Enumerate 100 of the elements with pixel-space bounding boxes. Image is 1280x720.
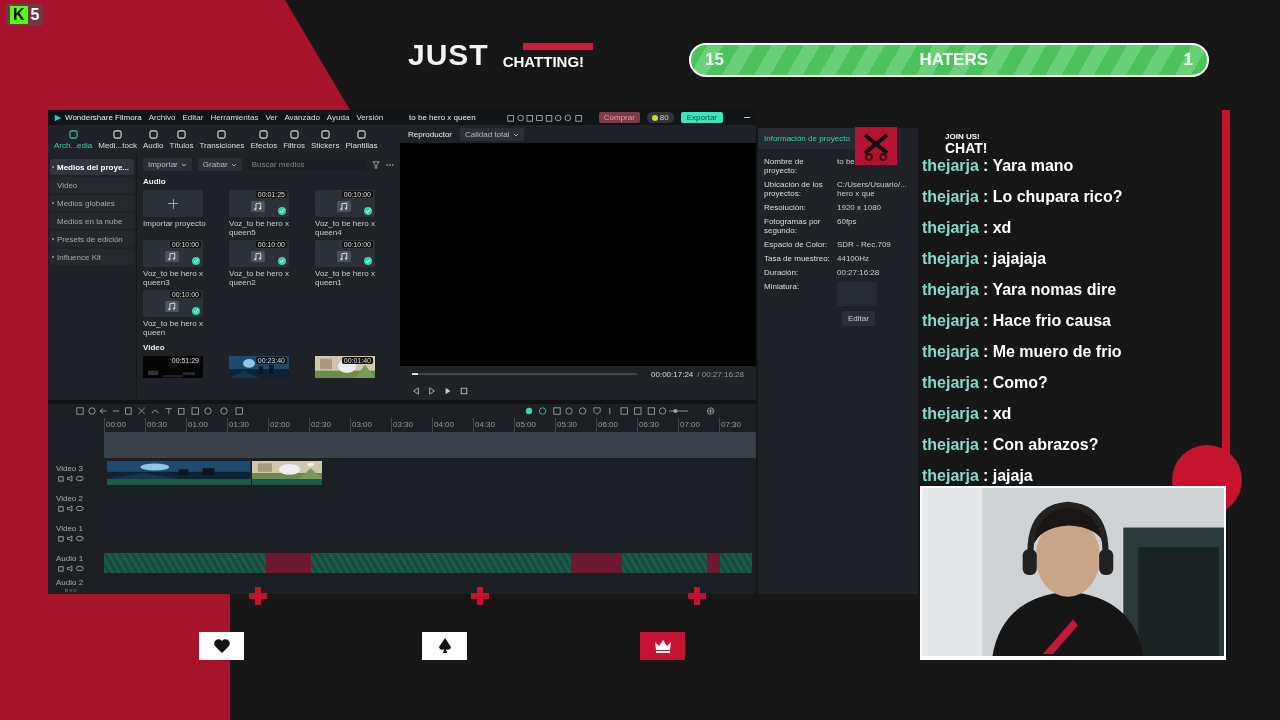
square-icon (289, 130, 299, 139)
edit-button[interactable]: Editar (842, 311, 875, 326)
info-label: Espacio de Color: (764, 240, 829, 249)
media-tab[interactable]: Títulos (167, 130, 196, 150)
record-dropdown[interactable]: Grabar (197, 158, 242, 171)
menu-item[interactable]: Versión (356, 113, 384, 122)
chat-title: CHAT! (945, 141, 988, 155)
check-icon (278, 207, 286, 215)
search-field[interactable]: Buscar medios (247, 159, 366, 170)
track-controls-drawing (56, 565, 86, 572)
chat-message: : Hace frio causa (982, 311, 1111, 330)
audio-marker (266, 553, 312, 573)
section-heading[interactable]: Audio (143, 177, 394, 186)
info-value: 44100Hz (837, 254, 871, 263)
media-tab[interactable]: Audio (140, 130, 166, 150)
menu-item[interactable]: Avanzado (284, 113, 320, 122)
coin-icon (651, 114, 658, 121)
item-name: Importar proyecto (143, 219, 207, 228)
scissors-icon (855, 127, 897, 165)
info-value: 60fps (837, 217, 858, 228)
import-dropdown[interactable]: Importar (143, 158, 192, 171)
track-label: Video 3 (56, 464, 84, 473)
viewer-count: 5 (30, 6, 40, 24)
credits-pill[interactable]: 80 (646, 112, 674, 123)
sidebar-item[interactable]: Medios en la nube (50, 213, 134, 229)
section-heading[interactable]: Video (143, 343, 394, 352)
media-tab[interactable]: Efectos (248, 130, 280, 150)
chat-username: thejarja (922, 342, 979, 361)
music-note-icon (337, 251, 351, 262)
app-name: Wondershare Filmora (65, 113, 142, 122)
buy-button[interactable]: Comprar (598, 112, 640, 123)
stop-icon[interactable] (460, 387, 468, 395)
play-icon[interactable] (428, 387, 436, 395)
chat-message: : jajaja (982, 466, 1033, 485)
import-tile[interactable] (143, 190, 203, 217)
filter-icon[interactable] (372, 160, 380, 169)
check-icon (192, 257, 200, 265)
video-clip[interactable] (252, 461, 323, 485)
chat-message: : jajajaja (982, 249, 1047, 268)
next-icon[interactable] (444, 387, 452, 395)
subtitle: CHATTING! (502, 54, 586, 70)
app-logo-icon (54, 113, 62, 122)
music-note-icon (337, 201, 351, 212)
item-name: Voz_to be hero x queen1 (315, 269, 377, 287)
info-tab[interactable]: Información de proyecto (758, 128, 856, 149)
quality-dropdown[interactable]: Calidad total (460, 127, 524, 141)
chat-username: thejarja (922, 404, 979, 423)
media-tab[interactable]: Stickers (308, 130, 342, 150)
menu-item[interactable]: Ver (265, 113, 278, 122)
chat-message: : Yara nomas dire (982, 280, 1117, 299)
info-value: to be (837, 157, 856, 168)
media-tab[interactable]: Medi...tock (96, 130, 139, 150)
menu-item[interactable]: Ayuda (326, 113, 350, 122)
sidebar-item[interactable]: Medios globales (50, 195, 134, 211)
audio-marker (570, 553, 623, 573)
menu-item[interactable]: Editar (182, 113, 204, 122)
chat-username: thejarja (922, 435, 979, 454)
chat-username: thejarja (922, 156, 979, 175)
check-icon (278, 257, 286, 265)
track-controls-drawing (56, 475, 86, 482)
meter-label: HATERS (919, 50, 989, 70)
item-name: Voz_to be hero x queen5 (229, 219, 291, 237)
logo: K (10, 6, 28, 24)
media-tab[interactable]: Filtros (281, 130, 307, 150)
track-controls-drawing (56, 535, 86, 542)
track-label: Video 1 (56, 524, 84, 533)
music-note-icon (251, 201, 265, 212)
info-label: Duración: (764, 268, 800, 277)
track-label: Audio 2 (56, 578, 85, 587)
chat-message: : xd (982, 404, 1012, 423)
item-name: Voz_to be hero x queen3 (143, 269, 205, 287)
sidebar-item[interactable]: Video (50, 177, 134, 193)
chat-kicker: JOIN US! (945, 132, 981, 141)
menu-item[interactable]: Archivo (148, 113, 176, 122)
item-name: Voz_to be hero x queen2 (229, 269, 291, 287)
media-tab[interactable]: Transiciones (197, 130, 247, 150)
check-icon (364, 207, 372, 215)
music-note-icon (165, 301, 179, 312)
sidebar-item[interactable]: Influence Kit (50, 249, 134, 265)
check-icon (192, 307, 200, 315)
info-value: C:/Users/Usuario/... hero x que (837, 180, 908, 198)
sidebar-item[interactable]: Medios del proye... (50, 159, 134, 175)
square-icon (113, 130, 123, 139)
meter-left-value: 15 (705, 50, 724, 70)
audio-clip[interactable] (104, 553, 752, 573)
chat-message: : Me muero de frio (982, 342, 1122, 361)
heart-icon (211, 636, 232, 656)
square-icon (356, 130, 366, 139)
info-label: Fotogramas por segundo: (764, 217, 822, 235)
info-label: Ubicación de los proyectos: (764, 180, 824, 198)
previous-icon[interactable] (412, 387, 420, 395)
info-value: 1920 x 1080 (837, 203, 883, 212)
sidebar-item[interactable]: Presets de edición (50, 231, 134, 247)
media-tab[interactable]: Plantillas (343, 130, 380, 150)
menu-item[interactable]: Herramientas (210, 113, 259, 122)
chat-username: thejarja (922, 218, 979, 237)
title: JUST (408, 40, 489, 70)
export-button[interactable]: Exportar (680, 112, 723, 123)
player-tab[interactable]: Reproductor (408, 129, 453, 139)
media-tab[interactable]: Arch...edia (52, 130, 95, 150)
